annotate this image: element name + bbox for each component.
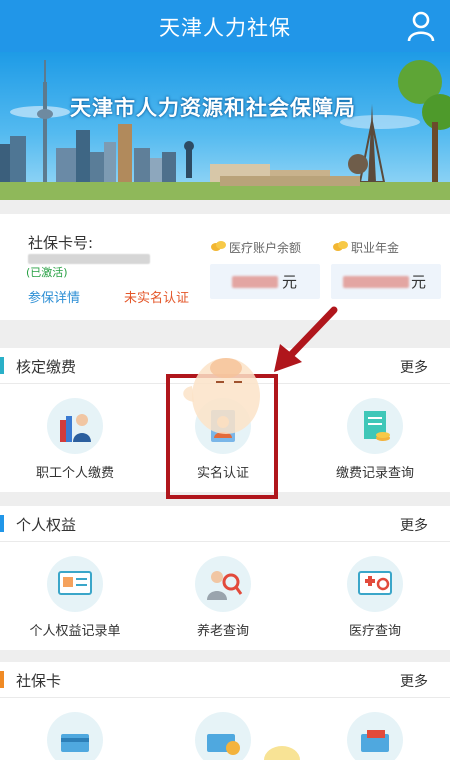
verify-status[interactable]: 未实名认证 bbox=[124, 287, 189, 306]
section-accent bbox=[0, 671, 4, 688]
more-link[interactable]: 更多 bbox=[400, 357, 428, 377]
masked-amount bbox=[232, 276, 278, 288]
city-banner: 天津市人力资源和社会保障局 bbox=[0, 52, 450, 200]
medical-query-item[interactable]: 医疗查询 bbox=[300, 556, 450, 639]
annuity-label: 职业年金 bbox=[351, 241, 400, 255]
currency-unit: 元 bbox=[282, 273, 298, 291]
masked-card-number bbox=[28, 254, 150, 264]
currency-unit: 元 bbox=[411, 273, 427, 291]
card-lost-icon bbox=[347, 712, 403, 760]
card-info-panel: 社保卡号: (已激活) 参保详情 未实名认证 医疗账户余额 职业年金 元 元 bbox=[0, 214, 450, 320]
banner-slogan: 天津市人力资源和社会保障局 bbox=[70, 96, 356, 120]
rights-record-item[interactable]: 个人权益记录单 bbox=[0, 556, 150, 639]
employee-payment-item[interactable]: 职工个人缴费 bbox=[0, 398, 150, 481]
app-header: 天津人力社保 bbox=[0, 0, 450, 52]
item-label: 医疗查询 bbox=[348, 624, 401, 639]
app-title: 天津人力社保 bbox=[159, 16, 291, 40]
section-body-rights: 个人权益记录单 养老查询 医疗查询 bbox=[0, 542, 450, 650]
card-number-label: 社保卡号: bbox=[28, 234, 94, 252]
section-header-card: 社保卡 更多 bbox=[0, 662, 450, 698]
item-label: 个人权益记录单 bbox=[29, 624, 121, 639]
employee-icon bbox=[47, 398, 103, 454]
skyline-illustration bbox=[0, 60, 450, 200]
more-link[interactable]: 更多 bbox=[400, 671, 428, 691]
payment-record-item[interactable]: 缴费记录查询 bbox=[300, 398, 450, 481]
more-link[interactable]: 更多 bbox=[400, 515, 428, 535]
card-reissue-icon bbox=[195, 712, 251, 760]
section-title: 核定缴费 bbox=[16, 358, 77, 376]
card-status: (已激活) bbox=[26, 266, 68, 279]
section-accent bbox=[0, 357, 4, 374]
pension-query-item[interactable]: 养老查询 bbox=[148, 556, 298, 639]
record-icon bbox=[47, 556, 103, 612]
mascot-partial bbox=[264, 746, 300, 760]
section-header-rights: 个人权益 更多 bbox=[0, 506, 450, 542]
elderly-search-icon bbox=[195, 556, 251, 612]
medical-balance-box[interactable]: 元 bbox=[210, 264, 320, 299]
annotation-arrow bbox=[274, 306, 338, 372]
item-label: 缴费记录查询 bbox=[335, 466, 414, 481]
detail-link[interactable]: 参保详情 bbox=[28, 287, 80, 306]
section-title: 社保卡 bbox=[16, 672, 62, 690]
user-icon[interactable] bbox=[406, 10, 436, 42]
mascot-illustration bbox=[183, 358, 260, 434]
masked-amount bbox=[343, 276, 409, 288]
document-icon bbox=[347, 398, 403, 454]
item-label: 养老查询 bbox=[196, 624, 249, 639]
coin-icon bbox=[333, 241, 348, 251]
medical-icon bbox=[347, 556, 403, 612]
section-body-card bbox=[0, 698, 450, 760]
card-service-item[interactable] bbox=[0, 712, 150, 760]
item-label: 职工个人缴费 bbox=[35, 466, 114, 481]
section-accent bbox=[0, 515, 4, 532]
annuity-balance-box[interactable]: 元 bbox=[331, 264, 441, 299]
section-title: 个人权益 bbox=[16, 516, 77, 534]
coin-icon bbox=[211, 241, 226, 251]
medical-balance-label: 医疗账户余额 bbox=[229, 241, 302, 255]
card-lost-item[interactable] bbox=[300, 712, 450, 760]
card-icon bbox=[47, 712, 103, 760]
